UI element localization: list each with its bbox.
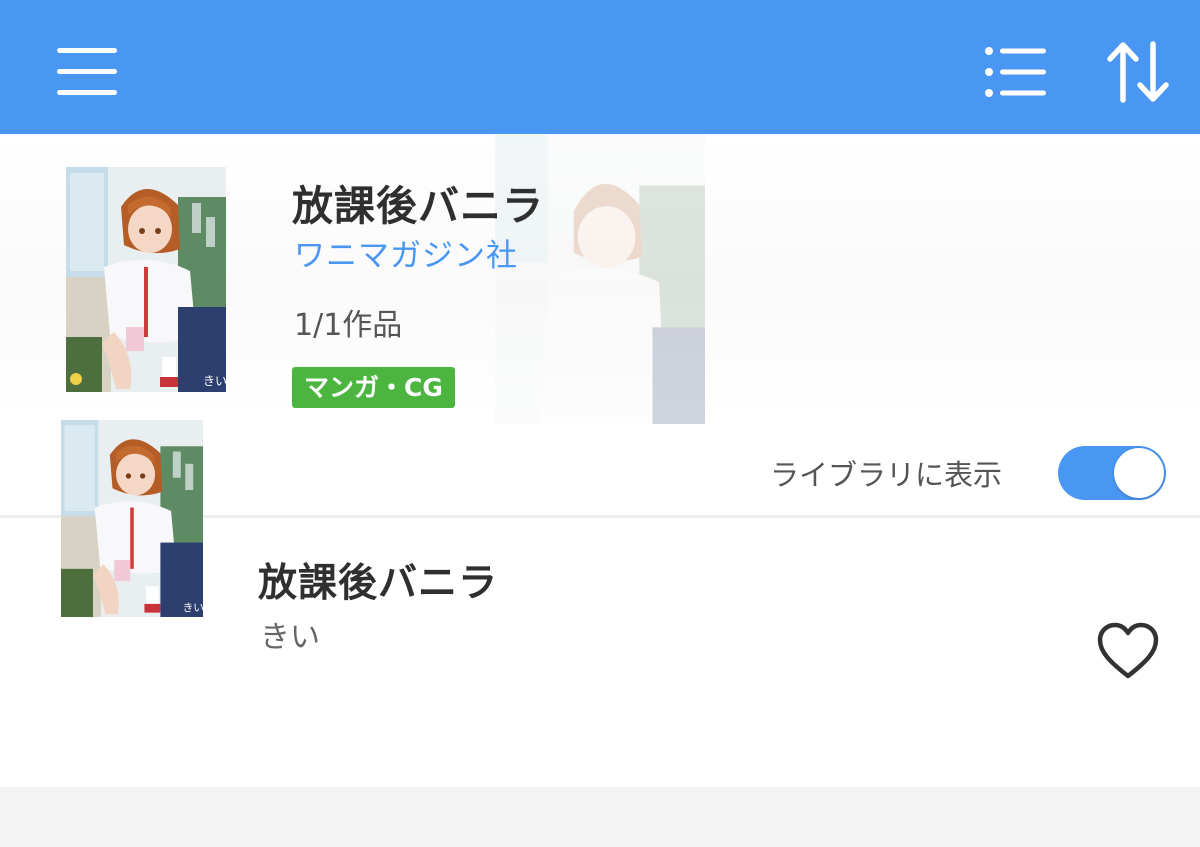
toggle-knob xyxy=(1114,448,1164,498)
app-root: きい 放課後バニラ ワニマガジン社 1/1作品 マンガ・CG ライブラリに表示 … xyxy=(0,0,1200,847)
series-cover-image[interactable]: きい xyxy=(66,167,226,392)
hamburger-menu-icon[interactable] xyxy=(55,44,119,100)
top-bar xyxy=(0,0,1200,134)
category-badge: マンガ・CG xyxy=(292,367,455,408)
book-author: きい xyxy=(260,620,320,655)
sort-arrows-icon[interactable] xyxy=(1105,40,1171,104)
svg-text:きい: きい xyxy=(183,602,203,614)
book-title: 放課後バニラ xyxy=(258,561,499,606)
library-toggle[interactable] xyxy=(1058,446,1166,500)
series-title: 放課後バニラ xyxy=(292,182,544,230)
list-view-icon[interactable] xyxy=(982,44,1048,100)
library-toggle-label: ライブラリに表示 xyxy=(770,458,1003,492)
series-count: 1/1作品 xyxy=(294,308,403,343)
book-cover-image[interactable]: きい xyxy=(61,420,203,617)
publisher-link[interactable]: ワニマガジン社 xyxy=(294,230,518,275)
heart-outline-icon[interactable] xyxy=(1096,622,1160,682)
svg-text:きい: きい xyxy=(203,374,226,388)
